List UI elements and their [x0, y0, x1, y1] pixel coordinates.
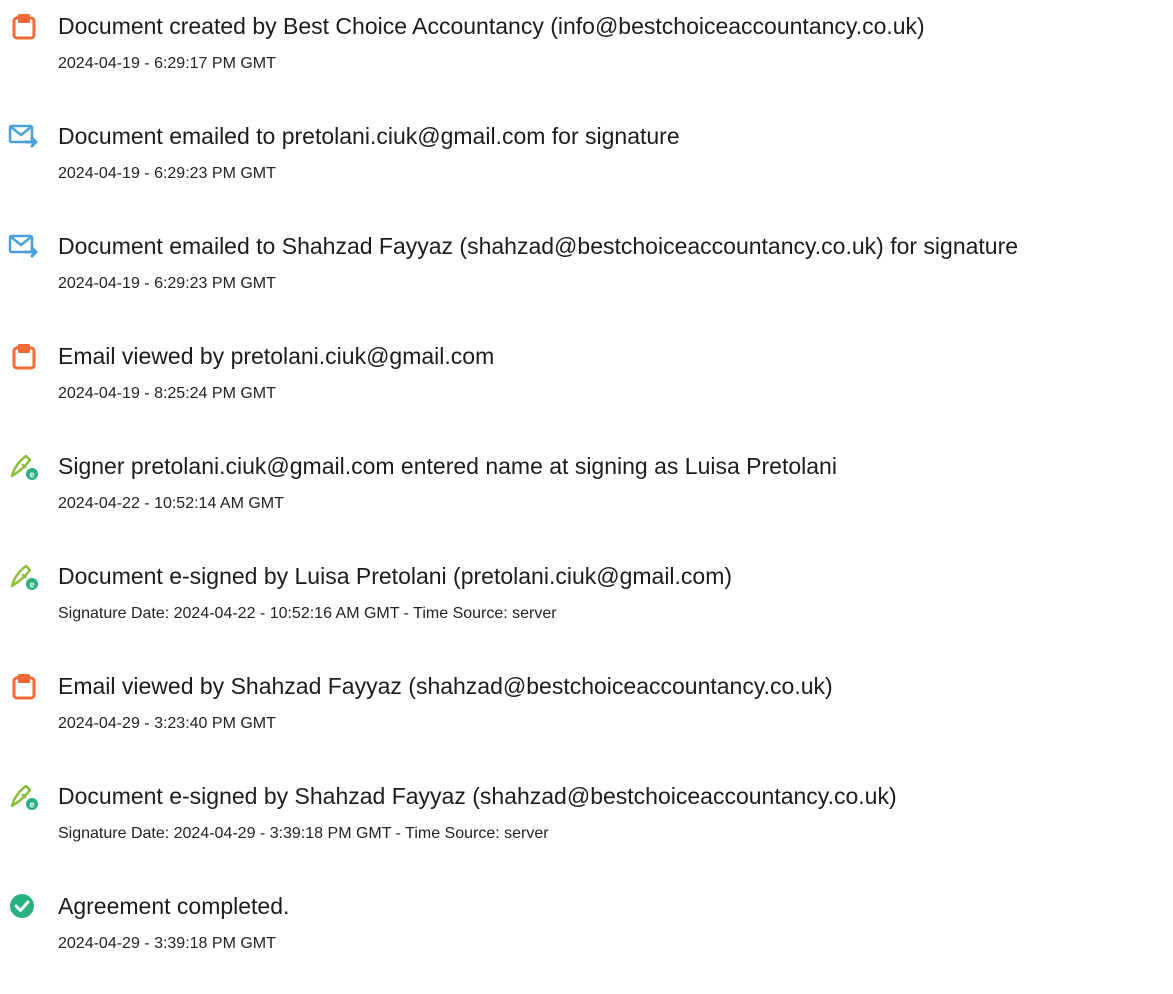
svg-text:e: e — [29, 800, 34, 810]
signature-pen-icon: e — [8, 450, 40, 482]
event-description: Email viewed by Shahzad Fayyaz (shahzad@… — [58, 673, 833, 699]
event-timestamp: 2024-04-22 - 10:52:14 AM GMT — [58, 495, 284, 512]
document-icon — [8, 10, 40, 42]
event-description: Document created by Best Choice Accounta… — [58, 13, 925, 39]
event-description: Signer pretolani.ciuk@gmail.com entered … — [58, 453, 837, 479]
email-sent-icon — [8, 120, 40, 152]
event-timestamp: Signature Date: 2024-04-29 - 3:39:18 PM … — [58, 825, 549, 842]
event-timestamp: 2024-04-29 - 3:39:18 PM GMT — [58, 935, 276, 952]
event-timestamp: 2024-04-19 - 6:29:23 PM GMT — [58, 275, 276, 292]
signature-pen-icon: e — [8, 560, 40, 592]
event-description: Document emailed to Shahzad Fayyaz (shah… — [58, 233, 1019, 259]
event-timestamp: Signature Date: 2024-04-22 - 10:52:16 AM… — [58, 605, 557, 622]
checkmark-circle-icon — [8, 890, 40, 922]
svg-text:e: e — [29, 470, 34, 480]
event-description: Document emailed to pretolani.ciuk@gmail… — [58, 123, 680, 149]
event-timestamp: 2024-04-19 - 6:29:23 PM GMT — [58, 165, 276, 182]
signature-pen-icon: e — [8, 780, 40, 812]
event-timestamp: 2024-04-19 - 6:29:17 PM GMT — [58, 55, 276, 72]
email-sent-icon — [8, 230, 40, 262]
event-timestamp: 2024-04-19 - 8:25:24 PM GMT — [58, 385, 276, 402]
document-icon — [8, 340, 40, 372]
event-description: Document e-signed by Shahzad Fayyaz (sha… — [58, 783, 897, 809]
document-icon — [8, 670, 40, 702]
audit-timeline: Document created by Best Choice Accounta… — [0, 0, 1173, 994]
event-description: Email viewed by pretolani.ciuk@gmail.com — [58, 343, 495, 369]
event-description: Document e-signed by Luisa Pretolani (pr… — [58, 563, 733, 589]
svg-text:e: e — [29, 580, 34, 590]
event-description: Agreement completed. — [58, 893, 290, 919]
event-timestamp: 2024-04-29 - 3:23:40 PM GMT — [58, 715, 276, 732]
